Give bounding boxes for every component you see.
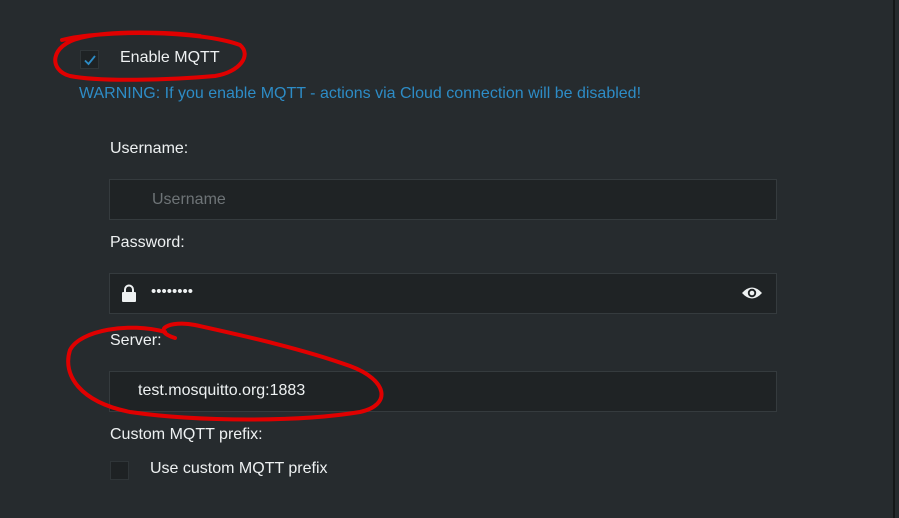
username-label: Username: <box>110 140 189 157</box>
lock-icon <box>122 284 136 302</box>
enable-mqtt-checkbox[interactable] <box>80 50 99 69</box>
mqtt-warning-text: WARNING: If you enable MQTT - actions vi… <box>79 85 642 102</box>
server-input[interactable] <box>138 381 738 401</box>
password-label: Password: <box>110 234 185 251</box>
server-field <box>109 371 777 412</box>
username-input[interactable] <box>152 190 752 210</box>
eye-icon[interactable] <box>741 285 763 301</box>
use-custom-prefix-label[interactable]: Use custom MQTT prefix <box>150 460 328 478</box>
password-input[interactable]: •••••••• <box>151 283 193 300</box>
server-label: Server: <box>110 332 162 349</box>
password-field: •••••••• <box>109 273 777 314</box>
checkmark-icon <box>84 55 96 66</box>
enable-mqtt-label[interactable]: Enable MQTT <box>120 49 220 67</box>
username-field <box>109 179 777 220</box>
panel-right-border <box>893 0 895 518</box>
use-custom-prefix-checkbox[interactable] <box>110 461 129 480</box>
custom-prefix-label: Custom MQTT prefix: <box>110 426 263 443</box>
